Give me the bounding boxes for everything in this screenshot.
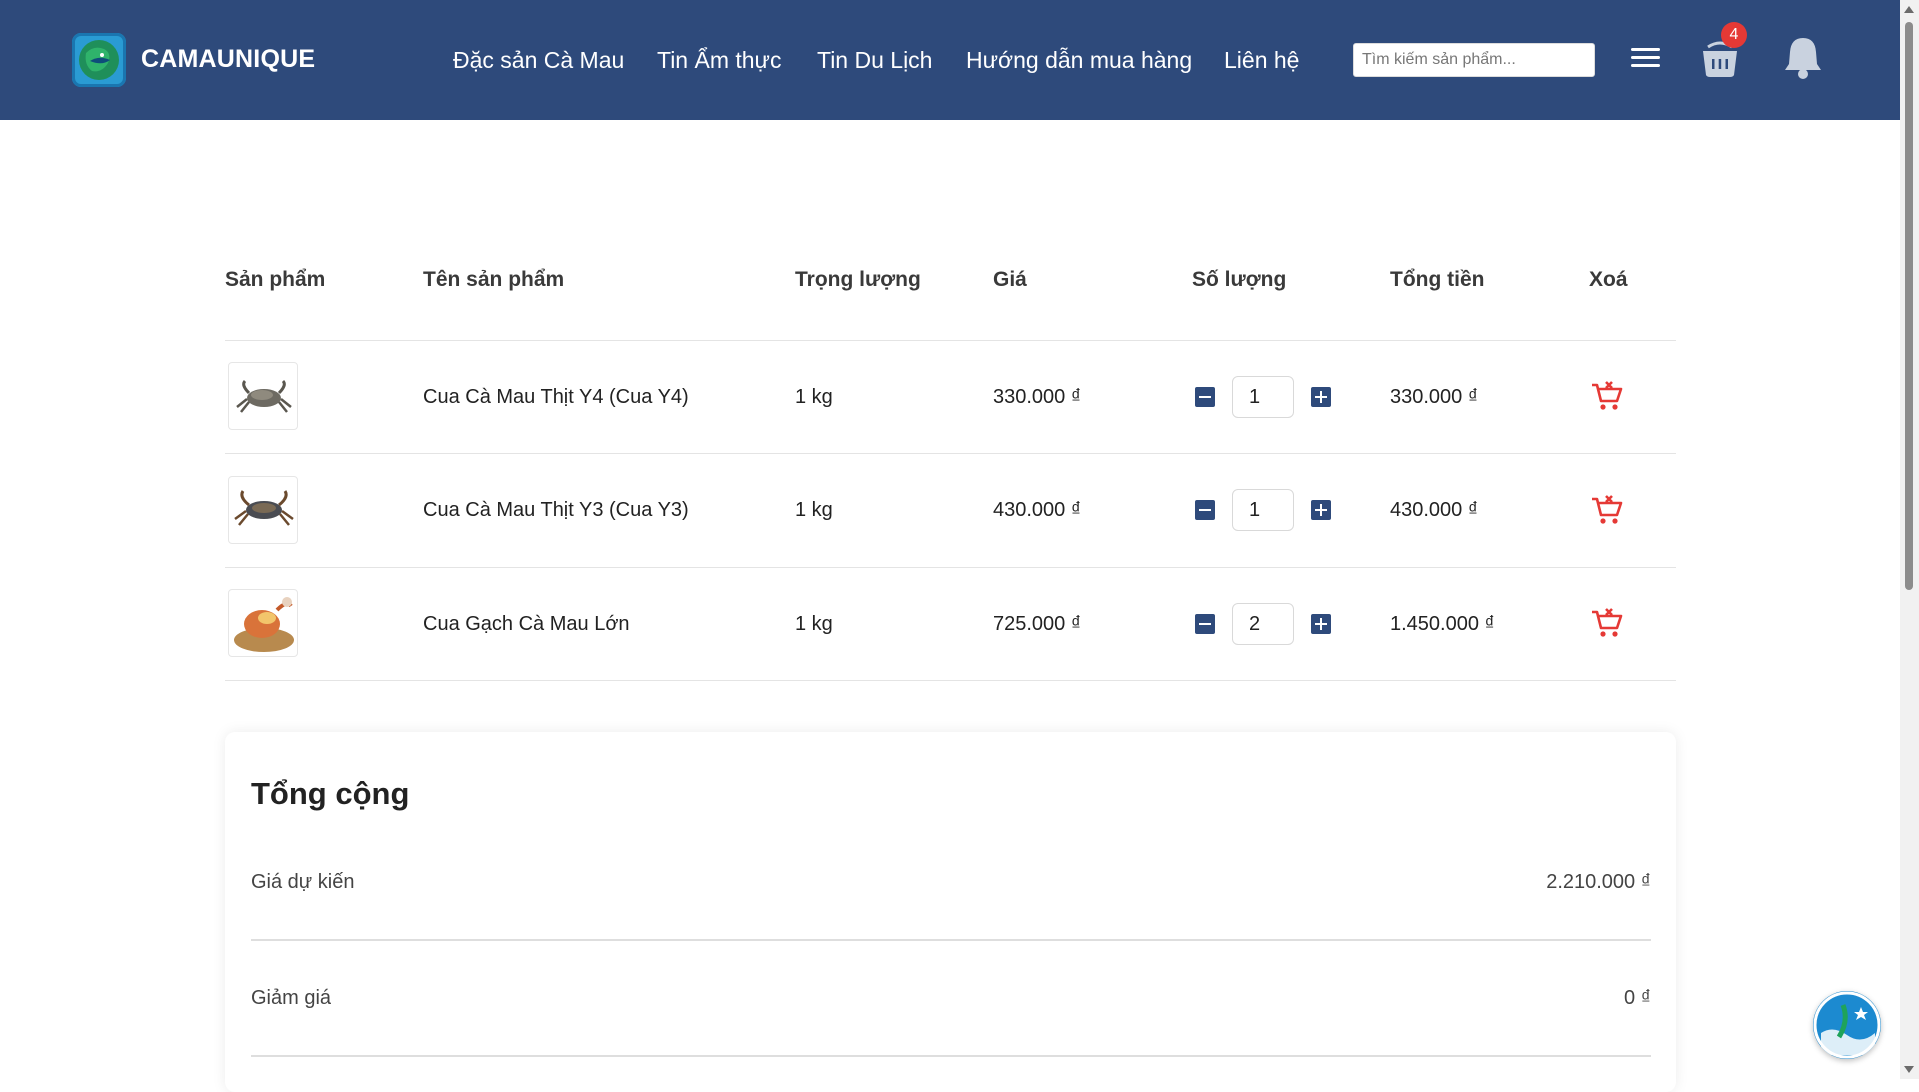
estimated-price-label: Giá dự kiến	[251, 871, 355, 893]
remove-from-cart-icon[interactable]	[1590, 379, 1624, 413]
chat-bot-icon[interactable]	[1813, 991, 1881, 1059]
remove-from-cart-icon[interactable]	[1590, 606, 1624, 640]
decrease-quantity-button[interactable]	[1195, 500, 1215, 520]
order-summary-card	[225, 732, 1676, 1092]
nav-lien-he[interactable]: Liên hệ	[1224, 47, 1299, 74]
product-weight: 1 kg	[795, 386, 833, 408]
col-header-quantity: Số lượng	[1192, 268, 1287, 291]
col-header-price: Giá	[993, 268, 1027, 291]
product-price: 330.000 ₫	[993, 386, 1082, 408]
product-price: 430.000 ₫	[993, 499, 1082, 521]
site-header: CAMAUNIQUE Đặc sản Cà Mau Tin Ẩm thực Ti…	[0, 0, 1900, 120]
discount-label: Giảm giá	[251, 987, 332, 1009]
product-thumbnail[interactable]	[228, 589, 298, 657]
line-total: 1.450.000 ₫	[1390, 613, 1495, 635]
cart-count-badge: 4	[1721, 22, 1747, 48]
scrollbar-thumb[interactable]	[1905, 22, 1913, 590]
scroll-down-arrow[interactable]	[1904, 1066, 1914, 1073]
col-header-weight: Trọng lượng	[795, 268, 921, 291]
nav-huong-dan[interactable]: Hướng dẫn mua hàng	[966, 47, 1192, 74]
product-thumbnail[interactable]	[228, 476, 298, 544]
product-name[interactable]: Cua Gạch Cà Mau Lớn	[423, 613, 630, 636]
decrease-quantity-button[interactable]	[1195, 387, 1215, 407]
increase-quantity-button[interactable]	[1311, 387, 1331, 407]
remove-from-cart-icon[interactable]	[1590, 493, 1624, 527]
brand-name[interactable]: CAMAUNIQUE	[141, 45, 315, 74]
summary-divider	[251, 1055, 1651, 1057]
col-header-total: Tổng tiền	[1390, 268, 1485, 291]
product-thumbnail[interactable]	[228, 362, 298, 430]
search-input[interactable]	[1353, 43, 1595, 77]
bell-icon[interactable]	[1783, 34, 1823, 80]
summary-divider	[251, 939, 1651, 941]
line-total: 330.000 ₫	[1390, 386, 1479, 408]
product-weight: 1 kg	[795, 499, 833, 521]
nav-tin-du-lich[interactable]: Tin Du Lịch	[817, 47, 932, 74]
table-divider	[225, 453, 1676, 454]
table-divider	[225, 567, 1676, 568]
discount-value: 0 ₫	[1624, 987, 1651, 1009]
quantity-input[interactable]: 1	[1232, 376, 1294, 418]
logo-icon[interactable]	[72, 33, 126, 87]
increase-quantity-button[interactable]	[1311, 614, 1331, 634]
col-header-product: Sản phẩm	[225, 268, 326, 291]
col-header-name: Tên sản phẩm	[423, 268, 565, 291]
col-header-delete: Xoá	[1589, 268, 1628, 291]
estimated-price-value: 2.210.000 ₫	[1546, 871, 1651, 893]
table-divider	[225, 680, 1676, 681]
increase-quantity-button[interactable]	[1311, 500, 1331, 520]
product-price: 725.000 ₫	[993, 613, 1082, 635]
product-weight: 1 kg	[795, 613, 833, 635]
table-divider	[225, 340, 1676, 341]
product-name[interactable]: Cua Cà Mau Thịt Y3 (Cua Y3)	[423, 499, 689, 522]
line-total: 430.000 ₫	[1390, 499, 1479, 521]
nav-dac-san[interactable]: Đặc sản Cà Mau	[453, 47, 624, 74]
quantity-input[interactable]: 1	[1232, 489, 1294, 531]
decrease-quantity-button[interactable]	[1195, 614, 1215, 634]
product-name[interactable]: Cua Cà Mau Thịt Y4 (Cua Y4)	[423, 386, 689, 409]
scroll-up-arrow[interactable]	[1904, 6, 1914, 13]
menu-icon[interactable]	[1631, 48, 1660, 68]
quantity-input[interactable]: 2	[1232, 603, 1294, 645]
nav-tin-am-thuc[interactable]: Tin Ẩm thực	[657, 47, 781, 74]
summary-title: Tổng cộng	[251, 776, 410, 811]
